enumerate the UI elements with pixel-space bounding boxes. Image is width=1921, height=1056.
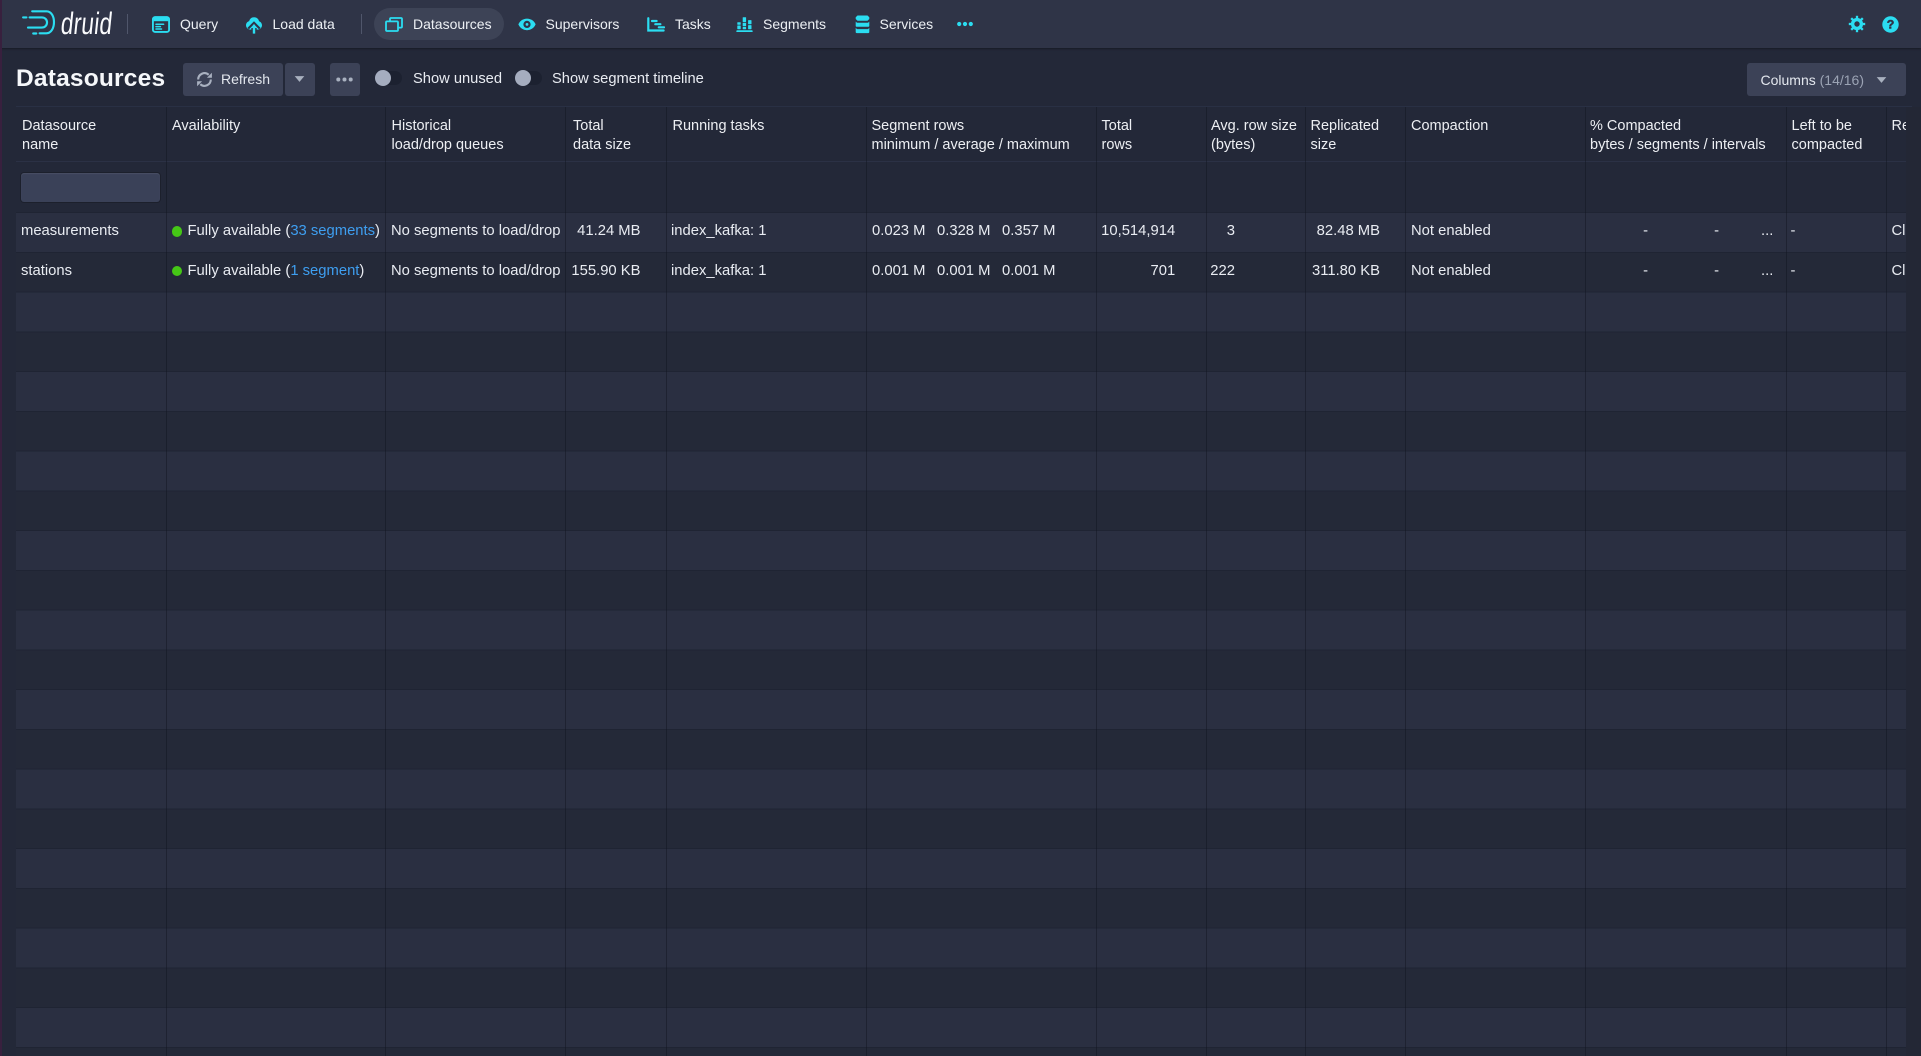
svg-text:?: ?: [1887, 17, 1895, 31]
